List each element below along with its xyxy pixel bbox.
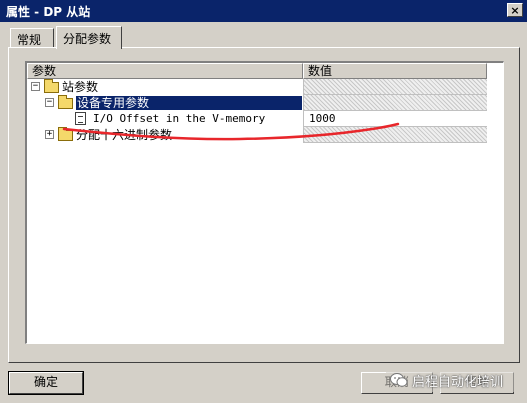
- tab-assign-parameters[interactable]: 分配参数: [56, 26, 122, 49]
- ok-button[interactable]: 确定: [8, 371, 84, 395]
- watermark: 启程自动化培训: [386, 368, 522, 392]
- ok-button-label: 确定: [33, 375, 58, 389]
- wechat-icon: [390, 373, 408, 387]
- watermark-text: 启程自动化培训: [412, 375, 504, 390]
- red-annotation-stroke: [62, 122, 400, 141]
- tab-assign-parameters-label: 分配参数: [63, 32, 112, 46]
